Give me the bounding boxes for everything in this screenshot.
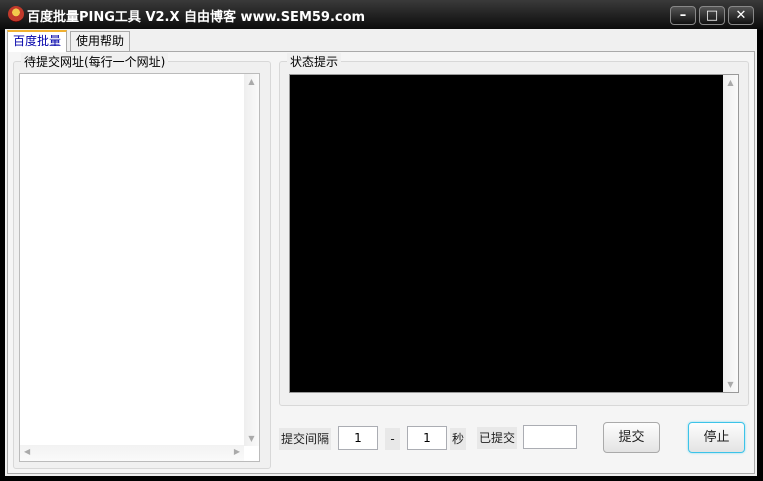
submitted-label: 已提交 (477, 427, 518, 449)
tab-baidu-batch[interactable]: 百度批量 (7, 30, 68, 52)
seconds-label: 秒 (450, 428, 467, 450)
title-bar[interactable]: 百度批量PING工具 V2.X 自由博客 www.SEM59.com – □ ✕ (0, 0, 763, 30)
submit-button[interactable]: 提交 (603, 422, 660, 453)
scroll-down-icon[interactable]: ▼ (244, 434, 259, 443)
minimize-button[interactable]: – (670, 6, 696, 25)
scroll-right-icon[interactable]: ▶ (234, 447, 240, 456)
status-text (290, 75, 723, 392)
url-group-label: 待提交网址(每行一个网址) (21, 53, 169, 70)
status-scrollbar[interactable]: ▲ ▼ (723, 75, 738, 392)
dash-label: - (385, 428, 400, 450)
scroll-up-icon[interactable]: ▲ (723, 78, 738, 87)
interval-min-input[interactable]: 1 (338, 426, 378, 450)
status-group-label: 状态提示 (287, 53, 342, 70)
interval-label: 提交间隔 (279, 428, 332, 450)
submitted-count-input[interactable] (523, 425, 577, 449)
scroll-down-icon[interactable]: ▼ (723, 380, 738, 389)
vertical-scrollbar[interactable]: ▲ ▼ (244, 74, 259, 446)
scroll-left-icon[interactable]: ◀ (24, 447, 30, 456)
close-button[interactable]: ✕ (728, 6, 754, 25)
status-output[interactable]: ▲ ▼ (289, 74, 739, 393)
app-icon (8, 6, 24, 22)
client-area: 百度批量 使用帮助 待提交网址(每行一个网址) ▲ ▼ ◀ ▶ 状态提示 ▲ ▼… (5, 29, 757, 476)
stop-button[interactable]: 停止 (688, 422, 745, 453)
tab-help[interactable]: 使用帮助 (70, 31, 131, 52)
url-input[interactable]: ▲ ▼ ◀ ▶ (19, 73, 260, 462)
window-title: 百度批量PING工具 V2.X 自由博客 www.SEM59.com (27, 10, 366, 25)
horizontal-scrollbar[interactable]: ◀ ▶ (20, 445, 244, 461)
interval-max-input[interactable]: 1 (407, 426, 447, 450)
tab-panel: 待提交网址(每行一个网址) ▲ ▼ ◀ ▶ 状态提示 ▲ ▼ 提交间隔 1 - … (7, 51, 755, 474)
maximize-button[interactable]: □ (699, 6, 725, 25)
scroll-up-icon[interactable]: ▲ (244, 77, 259, 86)
